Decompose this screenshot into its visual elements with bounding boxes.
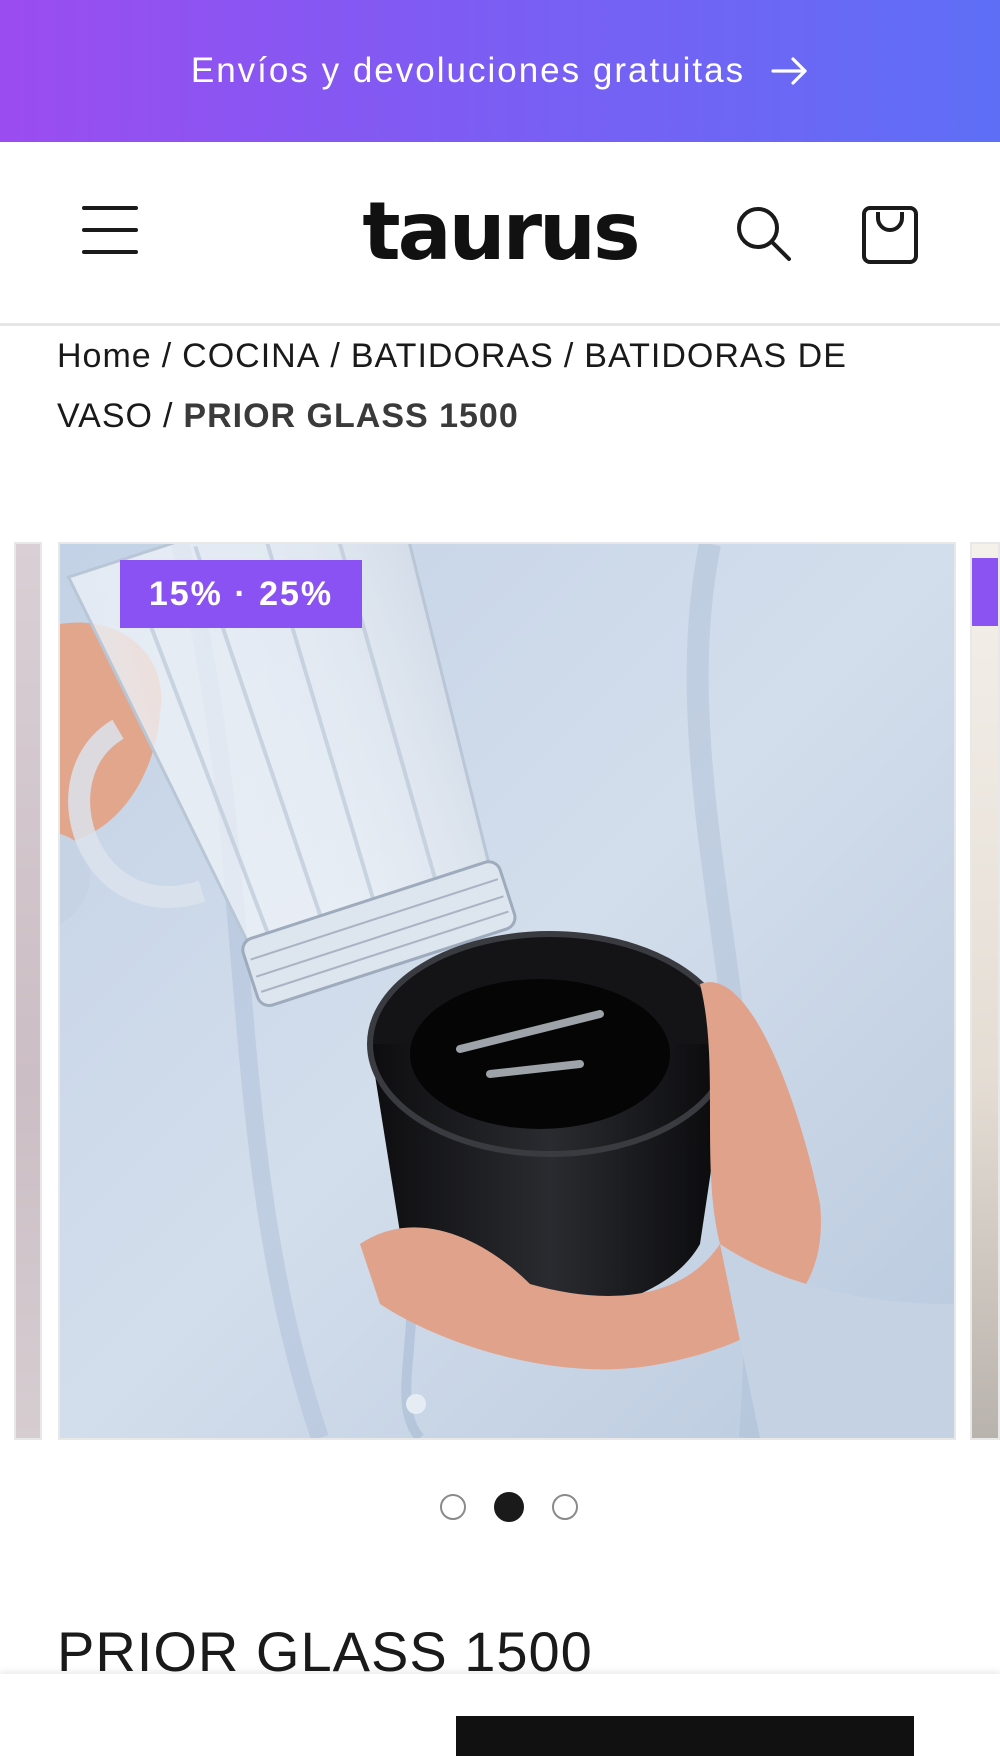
site-header: taurus (0, 142, 1000, 326)
gallery-slide-previous[interactable] (14, 542, 42, 1440)
pagination-dot-active[interactable] (494, 1492, 524, 1522)
breadcrumb-separator: / (563, 337, 575, 375)
shopping-bag-icon[interactable] (860, 202, 920, 266)
announcement-bar[interactable]: Envíos y devoluciones gratuitas (0, 0, 1000, 142)
breadcrumb-separator: / (330, 337, 341, 375)
gallery-slide-current[interactable]: 15% · 25% (58, 542, 956, 1440)
discount-badge-partial (972, 558, 998, 626)
brand-logo[interactable]: taurus (310, 192, 690, 272)
pagination-dot[interactable] (440, 1494, 466, 1520)
breadcrumb-separator: / (161, 337, 173, 375)
product-gallery[interactable]: 15% · 25% (0, 542, 1000, 1442)
gallery-pagination (440, 1492, 590, 1526)
pagination-dot[interactable] (552, 1494, 578, 1520)
sticky-purchase-bar (0, 1674, 1000, 1756)
breadcrumb-home[interactable]: Home (57, 337, 152, 375)
breadcrumb-current: PRIOR GLASS 1500 (183, 397, 519, 435)
gallery-slide-next[interactable] (970, 542, 1000, 1440)
discount-badge: 15% · 25% (120, 560, 362, 628)
add-to-cart-button[interactable] (456, 1716, 914, 1756)
breadcrumb-separator: / (162, 397, 174, 435)
search-icon[interactable] (734, 204, 794, 264)
hamburger-menu-icon[interactable] (82, 202, 146, 260)
breadcrumb-batidoras[interactable]: BATIDORAS (351, 337, 554, 375)
announcement-text: Envíos y devoluciones gratuitas (190, 51, 746, 90)
arrow-right-icon (771, 56, 809, 86)
breadcrumb-cocina[interactable]: COCINA (182, 337, 320, 375)
breadcrumb: Home / COCINA / BATIDORAS / BATIDORAS DE VASO /… (57, 326, 937, 446)
product-photo (60, 544, 954, 1438)
